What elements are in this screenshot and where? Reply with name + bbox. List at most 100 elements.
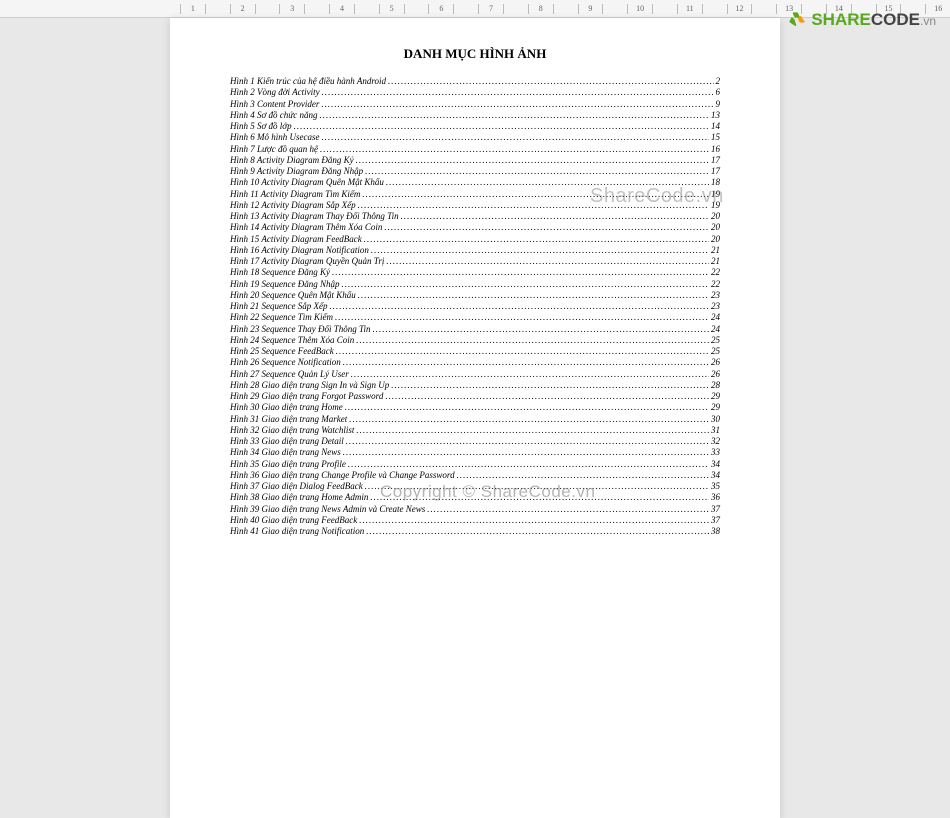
toc-row: Hình 21 Sequence Sắp Xếp23 — [230, 301, 720, 312]
toc-leader-dots — [348, 459, 709, 470]
ruler-mark: 2 — [230, 4, 255, 14]
toc-page-number: 20 — [709, 222, 720, 233]
toc-leader-dots — [320, 144, 709, 155]
toc-leader-dots — [332, 267, 709, 278]
toc-page-number: 21 — [709, 245, 720, 256]
toc-row: Hình 13 Activity Diagram Thay Đổi Thông … — [230, 211, 720, 222]
toc-row: Hình 17 Activity Diagram Quyền Quản Trị 2… — [230, 256, 720, 267]
toc-leader-dots — [336, 346, 709, 357]
toc-page-number: 28 — [709, 380, 720, 391]
toc-label: Hình 29 Giao diện trang Forgot Password — [230, 391, 385, 402]
toc-page-number: 35 — [709, 481, 720, 492]
toc-leader-dots — [335, 312, 709, 323]
toc-row: Hình 37 Giao diện Dialog FeedBack35 — [230, 481, 720, 492]
toc-leader-dots — [322, 87, 714, 98]
toc-leader-dots — [386, 177, 709, 188]
toc-label: Hình 30 Giao diện trang Home — [230, 402, 345, 413]
toc-page-number: 19 — [709, 189, 720, 200]
logo-text-dark: CODE — [871, 10, 920, 29]
ruler-mark — [503, 4, 528, 14]
toc-label: Hình 19 Sequence Đăng Nhập — [230, 279, 341, 290]
toc-leader-dots — [294, 121, 709, 132]
ruler-mark: 4 — [329, 4, 354, 14]
toc-label: Hình 18 Sequence Đăng Ký — [230, 267, 332, 278]
toc-page-number: 14 — [709, 121, 720, 132]
toc-row: Hình 28 Giao diện trang Sign In và Sign … — [230, 380, 720, 391]
toc-row: Hình 34 Giao diện trang News33 — [230, 447, 720, 458]
toc-page-number: 29 — [709, 391, 720, 402]
toc-label: Hình 15 Activity Diagram FeedBack — [230, 234, 364, 245]
toc-leader-dots — [388, 76, 714, 87]
toc-row: Hình 5 Sơ đồ lớp 14 — [230, 121, 720, 132]
toc-leader-dots — [365, 481, 709, 492]
toc-label: Hình 23 Sequence Thay Đổi Thông Tin — [230, 324, 373, 335]
toc-leader-dots — [427, 504, 709, 515]
toc-leader-dots — [358, 290, 709, 301]
toc-row: Hình 40 Giao diện trang FeedBack 37 — [230, 515, 720, 526]
toc-leader-dots — [401, 211, 709, 222]
toc-label: Hình 27 Sequence Quản Lý User — [230, 369, 351, 380]
toc-page-number: 21 — [709, 256, 720, 267]
sharecode-logo: SHARECODE.vn — [787, 10, 936, 30]
toc-label: Hình 8 Activity Diagram Đăng Ký — [230, 155, 356, 166]
toc-label: Hình 1 Kiến trúc của hệ điều hành Androi… — [230, 76, 388, 87]
toc-label: Hình 33 Giao diện trang Detail — [230, 436, 346, 447]
toc-page-number: 30 — [709, 414, 720, 425]
toc-leader-dots — [385, 391, 709, 402]
toc-label: Hình 17 Activity Diagram Quyền Quản Trị — [230, 256, 386, 267]
toc-page-number: 9 — [714, 99, 721, 110]
table-of-figures: Hình 1 Kiến trúc của hệ điều hành Androi… — [230, 76, 720, 537]
toc-row: Hình 8 Activity Diagram Đăng Ký17 — [230, 155, 720, 166]
toc-row: Hình 26 Sequence Notification 26 — [230, 357, 720, 368]
toc-row: Hình 41 Giao diện trang Notification38 — [230, 526, 720, 537]
toc-row: Hình 33 Giao diện trang Detail 32 — [230, 436, 720, 447]
ruler-mark — [702, 4, 727, 14]
toc-leader-dots — [345, 402, 709, 413]
ruler-mark — [404, 4, 429, 14]
toc-row: Hình 19 Sequence Đăng Nhập 22 — [230, 279, 720, 290]
toc-label: Hình 2 Vòng đời Activity — [230, 87, 322, 98]
ruler-mark — [453, 4, 478, 14]
toc-page-number: 26 — [709, 357, 720, 368]
toc-row: Hình 10 Activity Diagram Quên Mật Khẩu18 — [230, 177, 720, 188]
ruler-mark — [751, 4, 776, 14]
toc-page-number: 37 — [709, 504, 720, 515]
toc-page-number: 22 — [709, 267, 720, 278]
toc-label: Hình 5 Sơ đồ lớp — [230, 121, 294, 132]
ruler-mark: 1 — [180, 4, 205, 14]
toc-page-number: 20 — [709, 234, 720, 245]
toc-label: Hình 40 Giao diện trang FeedBack — [230, 515, 359, 526]
toc-label: Hình 3 Content Provider — [230, 99, 321, 110]
toc-row: Hình 4 Sơ đồ chức năng13 — [230, 110, 720, 121]
toc-page-number: 22 — [709, 279, 720, 290]
toc-page-number: 32 — [709, 436, 720, 447]
toc-page-number: 15 — [709, 132, 720, 143]
toc-leader-dots — [321, 99, 713, 110]
toc-row: Hình 7 Lược đồ quan hệ16 — [230, 144, 720, 155]
toc-page-number: 26 — [709, 369, 720, 380]
ruler-mark — [304, 4, 329, 14]
toc-leader-dots — [384, 222, 709, 233]
toc-leader-dots — [343, 357, 709, 368]
toc-label: Hình 4 Sơ đồ chức năng — [230, 110, 319, 121]
toc-page-number: 29 — [709, 402, 720, 413]
toc-row: Hình 2 Vòng đời Activity6 — [230, 87, 720, 98]
ruler-mark: 8 — [528, 4, 553, 14]
ruler-mark: 5 — [379, 4, 404, 14]
toc-row: Hình 15 Activity Diagram FeedBack 20 — [230, 234, 720, 245]
toc-page-number: 20 — [709, 211, 720, 222]
toc-label: Hình 35 Giao diện trang Profile — [230, 459, 348, 470]
toc-page-number: 16 — [709, 144, 720, 155]
toc-row: Hình 30 Giao diện trang Home 29 — [230, 402, 720, 413]
toc-row: Hình 11 Activity Diagram Tìm Kiếm19 — [230, 189, 720, 200]
toc-row: Hình 35 Giao diện trang Profile34 — [230, 459, 720, 470]
toc-leader-dots — [366, 526, 709, 537]
toc-label: Hình 22 Sequence Tìm Kiếm — [230, 312, 335, 323]
toc-leader-dots — [457, 470, 709, 481]
ruler-mark: 6 — [428, 4, 453, 14]
toc-row: Hình 18 Sequence Đăng Ký 22 — [230, 267, 720, 278]
toc-label: Hình 26 Sequence Notification — [230, 357, 343, 368]
toc-leader-dots — [356, 335, 709, 346]
toc-leader-dots — [371, 245, 709, 256]
toc-page-number: 37 — [709, 515, 720, 526]
